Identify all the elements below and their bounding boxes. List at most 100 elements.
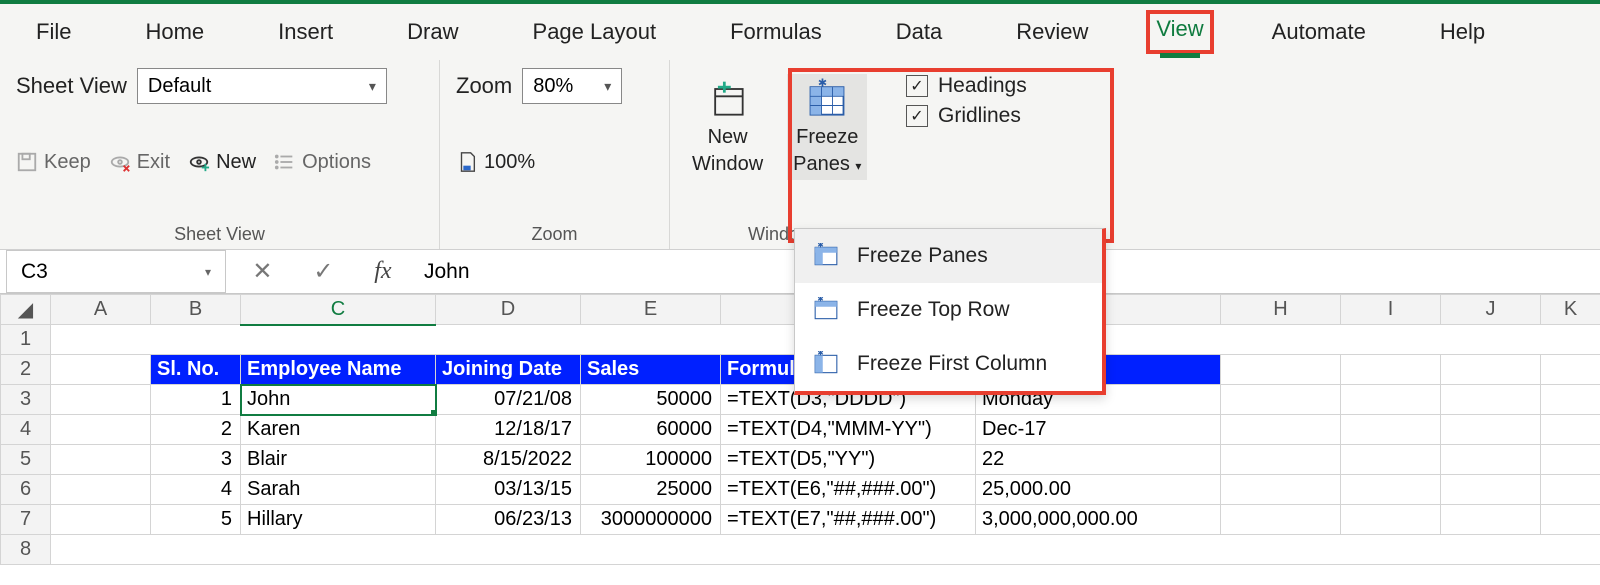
save-icon	[16, 151, 38, 173]
name-box[interactable]: C3▾	[6, 250, 226, 293]
group-window: New Window ✱ Freeze Panes ▾ Window	[670, 60, 890, 249]
cell[interactable]: 3,000,000,000.00	[976, 505, 1221, 535]
list-icon	[274, 151, 296, 173]
page-100-icon	[456, 151, 478, 173]
sheet-view-label: Sheet View	[16, 73, 127, 99]
tab-formulas[interactable]: Formulas	[714, 13, 838, 51]
menu-freeze-panes[interactable]: ✱ Freeze Panes	[795, 229, 1102, 283]
row-header[interactable]: 4	[1, 415, 51, 445]
hdr-sales: Sales	[581, 355, 721, 385]
cell[interactable]: 12/18/17	[436, 415, 581, 445]
cell[interactable]: 4	[151, 475, 241, 505]
col-header-H[interactable]: H	[1221, 295, 1341, 325]
row-header[interactable]: 2	[1, 355, 51, 385]
col-header-C[interactable]: C	[241, 295, 436, 325]
freeze-top-row-icon: ✱	[813, 297, 839, 323]
cell[interactable]: 50000	[581, 385, 721, 415]
cell[interactable]: Karen	[241, 415, 436, 445]
row-header[interactable]: 7	[1, 505, 51, 535]
tab-automate[interactable]: Automate	[1256, 13, 1382, 51]
col-header-K[interactable]: K	[1541, 295, 1600, 325]
cell[interactable]: 07/21/08	[436, 385, 581, 415]
options-button[interactable]: Options	[274, 151, 371, 174]
col-header-D[interactable]: D	[436, 295, 581, 325]
cell-selected[interactable]: John	[241, 385, 436, 415]
enter-icon[interactable]: ✓	[313, 257, 333, 286]
cell[interactable]: Blair	[241, 445, 436, 475]
cell[interactable]: Sarah	[241, 475, 436, 505]
cell[interactable]: Dec-17	[976, 415, 1221, 445]
cell[interactable]: 06/23/13	[436, 505, 581, 535]
ribbon-tabs: File Home Insert Draw Page Layout Formul…	[0, 4, 1600, 60]
cell[interactable]: 1	[151, 385, 241, 415]
row-header[interactable]: 6	[1, 475, 51, 505]
cell[interactable]: 2	[151, 415, 241, 445]
cell[interactable]: =TEXT(D4,"MMM-YY")	[721, 415, 976, 445]
fx-icon[interactable]: fx	[374, 258, 391, 285]
col-header-E[interactable]: E	[581, 295, 721, 325]
cell[interactable]: Hillary	[241, 505, 436, 535]
cell[interactable]: 3000000000	[581, 505, 721, 535]
col-header-A[interactable]: A	[51, 295, 151, 325]
freeze-first-col-icon: ✱	[813, 351, 839, 377]
group-zoom: Zoom 80%▾ 100% Zoom	[440, 60, 670, 249]
cell[interactable]: 3	[151, 445, 241, 475]
tab-home[interactable]: Home	[129, 13, 220, 51]
cell[interactable]: 25000	[581, 475, 721, 505]
cell[interactable]: 03/13/15	[436, 475, 581, 505]
row-header[interactable]: 8	[1, 535, 51, 565]
select-all[interactable]: ◢	[1, 295, 51, 325]
tab-review[interactable]: Review	[1000, 13, 1104, 51]
eye-plus-icon	[188, 151, 210, 173]
group-sheet-view: Sheet View Default▾ Keep Exit New Option…	[0, 60, 440, 249]
cell[interactable]: 5	[151, 505, 241, 535]
cancel-icon[interactable]: ✕	[252, 257, 272, 286]
cell[interactable]: 60000	[581, 415, 721, 445]
cell[interactable]: 8/15/2022	[436, 445, 581, 475]
cell[interactable]: =TEXT(E7,"##,###.00")	[721, 505, 976, 535]
freeze-panes-icon: ✱	[813, 243, 839, 269]
cell[interactable]: =TEXT(D5,"YY")	[721, 445, 976, 475]
tab-file[interactable]: File	[20, 13, 87, 51]
headings-checkbox[interactable]: ✓Headings	[906, 74, 1027, 98]
svg-text:✱: ✱	[818, 78, 827, 89]
cell[interactable]: 25,000.00	[976, 475, 1221, 505]
new-window-icon	[706, 78, 750, 122]
col-header-I[interactable]: I	[1341, 295, 1441, 325]
freeze-panes-menu: ✱ Freeze Panes ✱ Freeze Top Row ✱ Freeze…	[794, 228, 1106, 395]
gridlines-checkbox[interactable]: ✓Gridlines	[906, 104, 1027, 128]
cell[interactable]: =TEXT(E6,"##,###.00")	[721, 475, 976, 505]
zoom-100-button[interactable]: 100%	[456, 151, 535, 174]
sheet-view-select[interactable]: Default▾	[137, 68, 387, 104]
col-header-J[interactable]: J	[1441, 295, 1541, 325]
cell[interactable]: 100000	[581, 445, 721, 475]
freeze-panes-button[interactable]: ✱ Freeze Panes ▾	[787, 74, 867, 180]
menu-freeze-first-column[interactable]: ✱ Freeze First Column	[795, 337, 1102, 391]
group-title-sheet-view: Sheet View	[16, 224, 423, 245]
tab-data[interactable]: Data	[880, 13, 958, 51]
cell[interactable]: 22	[976, 445, 1221, 475]
tab-help[interactable]: Help	[1424, 13, 1501, 51]
new-window-button[interactable]: New Window	[686, 74, 769, 180]
row-header[interactable]: 3	[1, 385, 51, 415]
hdr-emp: Employee Name	[241, 355, 436, 385]
row-header[interactable]: 1	[1, 325, 51, 355]
exit-button[interactable]: Exit	[109, 151, 170, 174]
tab-draw[interactable]: Draw	[391, 13, 474, 51]
zoom-label: Zoom	[456, 73, 512, 99]
menu-freeze-top-row[interactable]: ✱ Freeze Top Row	[795, 283, 1102, 337]
col-header-B[interactable]: B	[151, 295, 241, 325]
tab-insert[interactable]: Insert	[262, 13, 349, 51]
svg-text:✱: ✱	[817, 351, 824, 357]
hdr-slno: Sl. No.	[151, 355, 241, 385]
hdr-join: Joining Date	[436, 355, 581, 385]
row-header[interactable]: 5	[1, 445, 51, 475]
tab-page-layout[interactable]: Page Layout	[517, 13, 673, 51]
svg-text:✱: ✱	[817, 243, 824, 249]
zoom-select[interactable]: 80%▾	[522, 68, 622, 104]
new-view-button[interactable]: New	[188, 151, 256, 174]
keep-button[interactable]: Keep	[16, 151, 91, 174]
svg-text:✱: ✱	[817, 297, 824, 303]
group-show: ✓Headings ✓Gridlines	[890, 60, 1043, 249]
tab-view[interactable]: View	[1146, 10, 1213, 54]
